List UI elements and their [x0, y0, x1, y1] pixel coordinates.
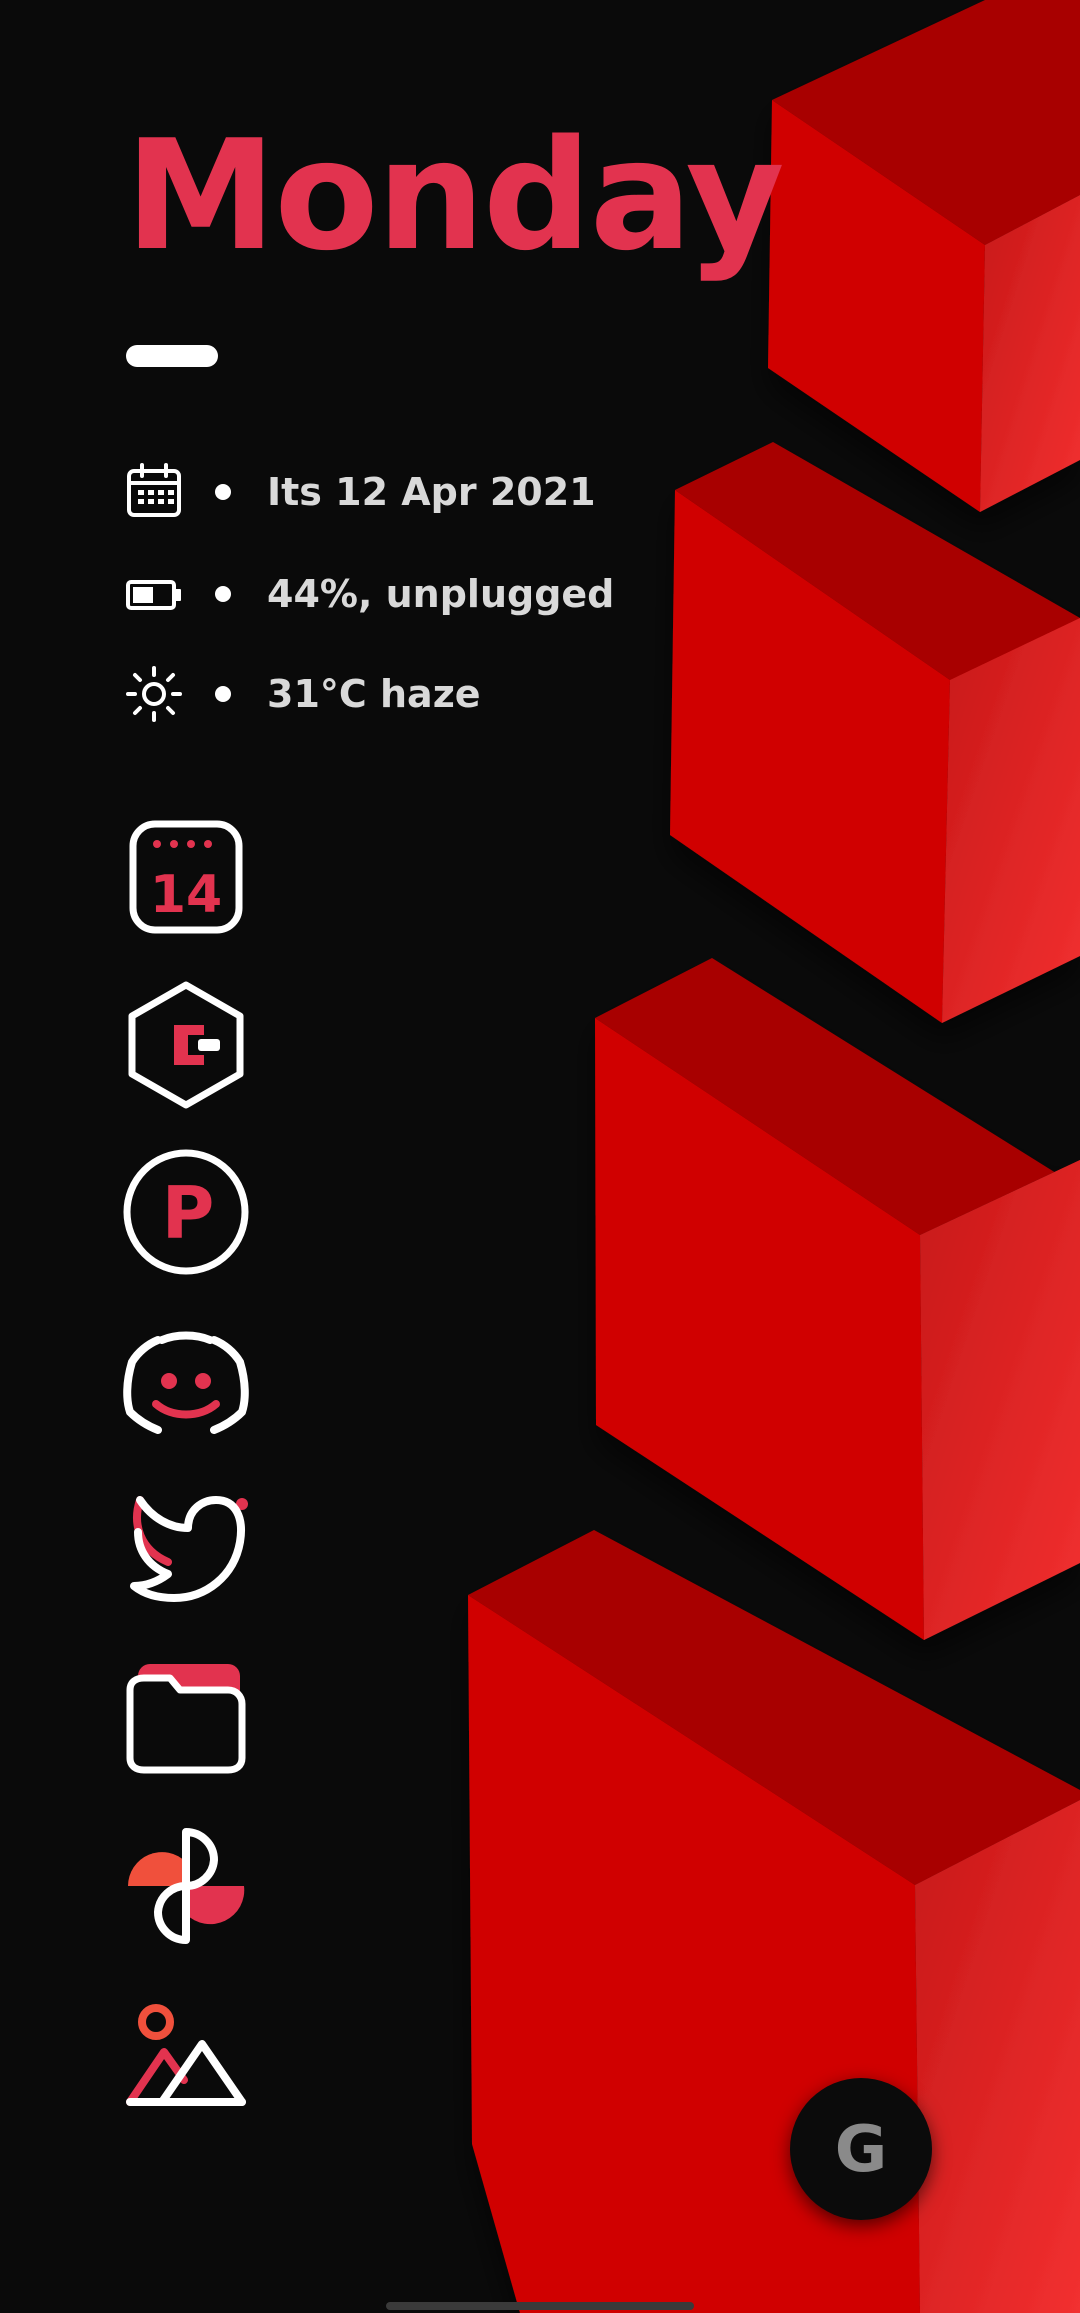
calendar-app-icon[interactable]: 14: [118, 808, 254, 944]
twitter-icon[interactable]: [118, 1480, 254, 1616]
discord-icon[interactable]: [118, 1312, 254, 1448]
p-circle-app-icon[interactable]: P: [118, 1144, 254, 1280]
info-row-date[interactable]: Its 12 Apr 2021: [125, 462, 596, 522]
title-divider: [126, 345, 218, 367]
home-screen: Monday Its 12 Apr 2021 44%, unplugged 31…: [0, 0, 1080, 2313]
weather-text: 31°C haze: [267, 672, 481, 716]
pinwheel-icon[interactable]: [118, 1818, 254, 1954]
day-title: Monday: [125, 107, 785, 284]
bullet: [215, 686, 231, 702]
calendar-icon: [125, 463, 183, 521]
hexagon-app-icon[interactable]: [118, 977, 254, 1113]
battery-text: 44%, unplugged: [267, 572, 615, 616]
info-row-battery[interactable]: 44%, unplugged: [125, 564, 614, 624]
date-text: Its 12 Apr 2021: [267, 470, 596, 514]
info-row-weather[interactable]: 31°C haze: [125, 664, 481, 724]
home-indicator[interactable]: [386, 2302, 694, 2310]
calendar-app-day: 14: [150, 865, 222, 925]
p-letter: P: [162, 1171, 215, 1255]
bullet: [215, 586, 231, 602]
bullet: [215, 484, 231, 500]
google-letter: G: [835, 2113, 888, 2187]
battery-icon: [125, 565, 183, 623]
google-icon: G: [835, 2113, 888, 2187]
google-search-button[interactable]: G: [790, 2078, 932, 2220]
gallery-icon[interactable]: [118, 1988, 254, 2124]
folder-icon[interactable]: [118, 1650, 254, 1786]
sun-icon: [125, 665, 183, 723]
